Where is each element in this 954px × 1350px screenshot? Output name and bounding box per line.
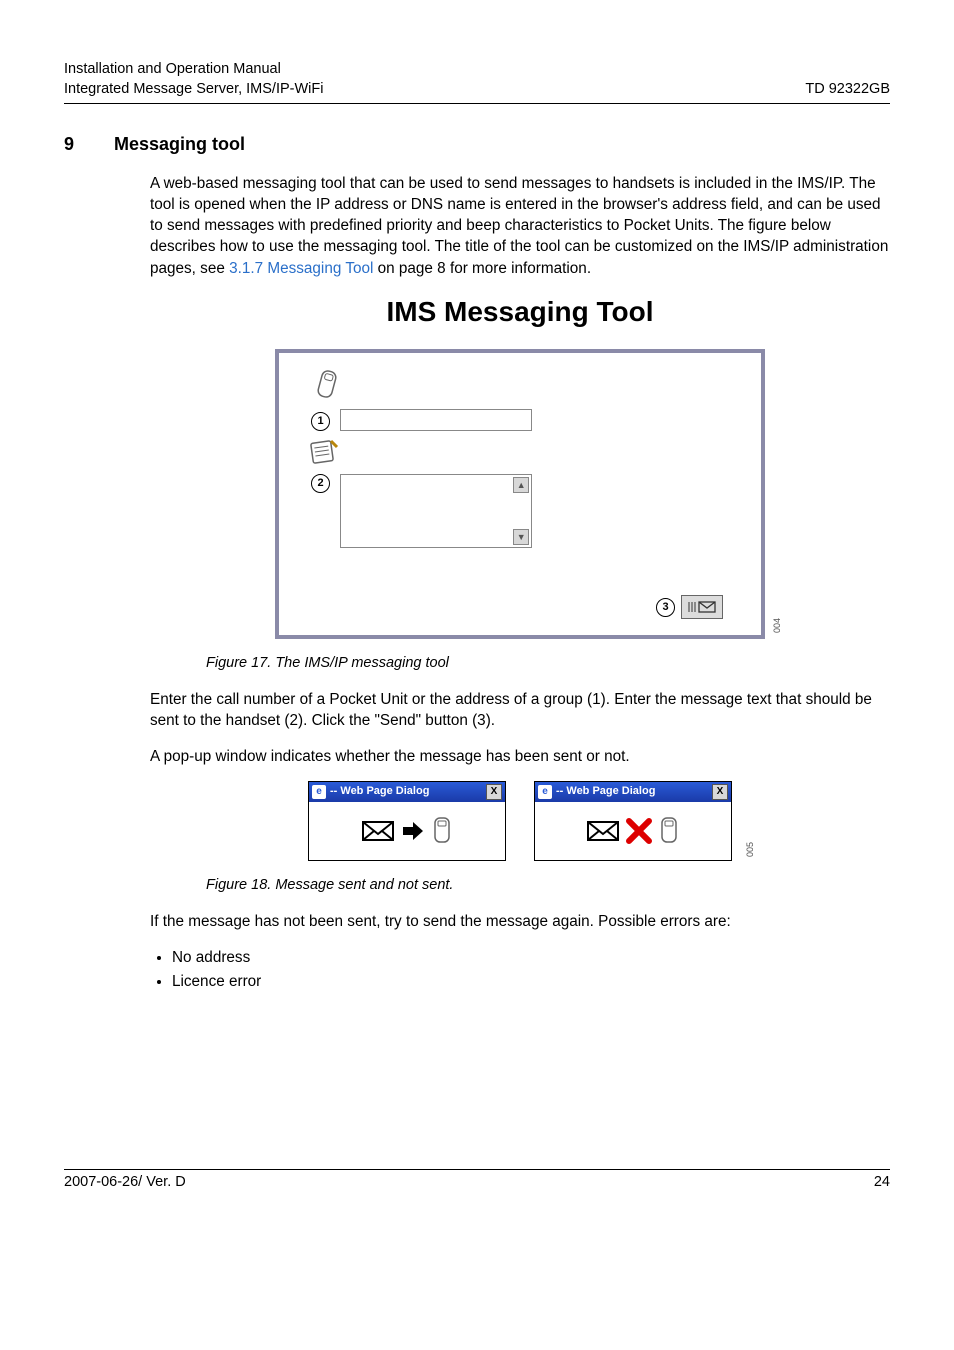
ie-icon: e [312, 785, 326, 799]
arrow-right-icon [401, 819, 425, 843]
paragraph-popup: A pop-up window indicates whether the me… [150, 746, 890, 767]
dialog-title-text: -- Web Page Dialog [330, 784, 429, 799]
page-footer: 2007-06-26/ Ver. D 24 [64, 1169, 890, 1190]
phone-icon [313, 369, 741, 409]
callout-2: 2 [311, 474, 330, 493]
figure17-caption: Figure 17. The IMS/IP messaging tool [206, 653, 890, 673]
message-textarea[interactable]: ▲ ▼ [340, 474, 532, 548]
list-item: No address [172, 946, 890, 970]
notepad-icon [309, 437, 741, 473]
messaging-tool-frame: 1 2 ▲ [275, 349, 765, 639]
x-red-icon [626, 818, 652, 844]
dialog-titlebar: e -- Web Page Dialog X [535, 782, 731, 802]
dialog-not-sent: e -- Web Page Dialog X [534, 781, 732, 861]
section-title: Messaging tool [114, 134, 245, 155]
header-line2-left: Integrated Message Server, IMS/IP-WiFi [64, 80, 323, 100]
phone-icon [658, 816, 680, 846]
paragraph-instructions: Enter the call number of a Pocket Unit o… [150, 689, 890, 731]
close-icon[interactable]: X [486, 784, 502, 800]
header-line1: Installation and Operation Manual [64, 60, 890, 80]
address-input[interactable] [340, 409, 532, 431]
envelope-icon [361, 819, 395, 843]
phone-icon [431, 816, 453, 846]
figure17-title: IMS Messaging Tool [150, 293, 890, 332]
figure17-image-id: 004 [771, 618, 783, 633]
list-item: Licence error [172, 970, 890, 994]
callout-1: 1 [311, 412, 330, 431]
section-number: 9 [64, 134, 114, 155]
send-button[interactable] [681, 595, 723, 619]
paragraph-errors: If the message has not been sent, try to… [150, 911, 890, 932]
figure18-image-id: 005 [744, 842, 756, 857]
section-heading: 9 Messaging tool [64, 134, 890, 155]
footer-date-version: 2007-06-26/ Ver. D [64, 1174, 186, 1190]
footer-rule [64, 1169, 890, 1170]
ie-icon: e [538, 785, 552, 799]
figure18-caption: Figure 18. Message sent and not sent. [206, 875, 890, 895]
error-list: No address Licence error [150, 946, 890, 995]
figure18: e -- Web Page Dialog X [300, 781, 740, 861]
dialog-title-text: -- Web Page Dialog [556, 784, 655, 799]
link-messaging-tool[interactable]: 3.1.7 Messaging Tool [229, 260, 373, 277]
envelope-icon [586, 819, 620, 843]
dialog-sent: e -- Web Page Dialog X [308, 781, 506, 861]
dialog-titlebar: e -- Web Page Dialog X [309, 782, 505, 802]
page-header: Installation and Operation Manual Integr… [64, 60, 890, 99]
header-rule [64, 103, 890, 104]
scroll-up-icon[interactable]: ▲ [513, 477, 529, 493]
intro-paragraph: A web-based messaging tool that can be u… [150, 173, 890, 279]
header-doc-id: TD 92322GB [805, 80, 890, 100]
callout-3: 3 [656, 598, 675, 617]
close-icon[interactable]: X [712, 784, 728, 800]
footer-page-number: 24 [874, 1174, 890, 1190]
figure17: 1 2 ▲ [275, 349, 765, 639]
send-icon [687, 599, 717, 615]
scroll-down-icon[interactable]: ▼ [513, 529, 529, 545]
